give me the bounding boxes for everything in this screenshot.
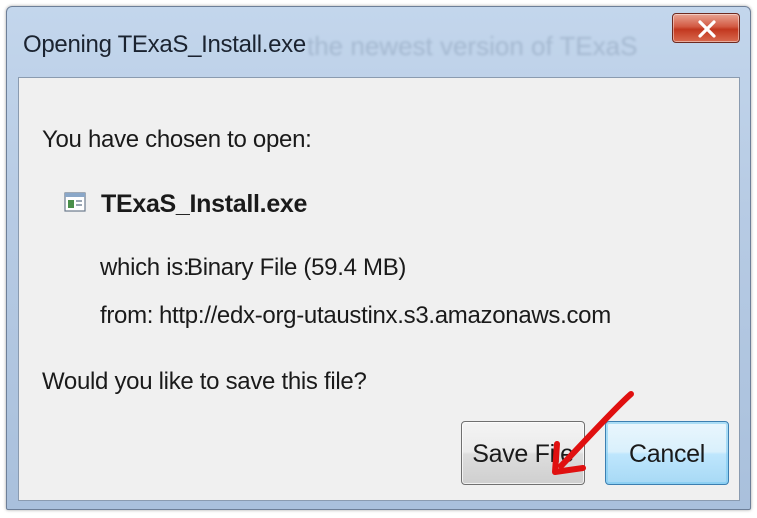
file-type-label: which is: [100,254,190,281]
save-question: Would you like to save this file? [42,368,367,395]
close-icon [698,20,716,38]
cancel-button[interactable]: Cancel [605,421,729,485]
close-button[interactable] [672,13,740,43]
window-title: Opening TExaS_Install.exe [23,31,306,58]
file-icon [64,192,86,212]
background-window-text: the newest version of TExaS [307,31,638,61]
file-name: TExaS_Install.exe [101,190,308,218]
source-label: from: [100,302,154,329]
title-bar[interactable]: the newest version of TExaS Opening TExa… [7,7,750,73]
source-url: http://edx-org-utaustinx.s3.amazonaws.co… [159,302,611,329]
chosen-to-open-label: You have chosen to open: [42,126,312,153]
dialog-content: You have chosen to open: TExaS_Install.e… [18,77,740,501]
download-dialog-window: the newest version of TExaS Opening TExa… [6,6,751,510]
file-type-value: Binary File (59.4 MB) [187,254,407,281]
save-file-button[interactable]: Save File [461,421,585,485]
